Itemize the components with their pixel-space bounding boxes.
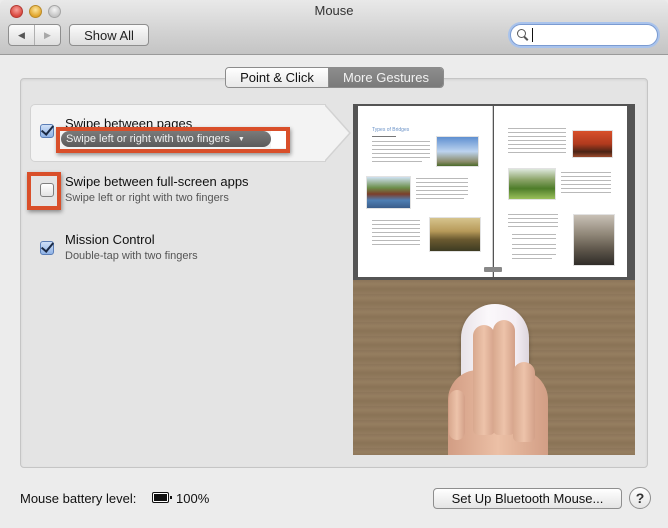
search-icon <box>517 29 529 41</box>
back-arrow-icon: ◀ <box>18 29 25 40</box>
bridge-photo <box>366 176 411 209</box>
preferences-window: Mouse ◀ ▶ Show All Point & Click More Ge… <box>0 0 668 528</box>
gesture-preview-video: Types of Bridges <box>353 104 635 455</box>
tab-more-gestures[interactable]: More Gestures <box>329 68 443 87</box>
desk-surface <box>353 280 635 455</box>
battery-level-value: 100% <box>176 491 210 506</box>
forward-button[interactable]: ▶ <box>35 25 60 45</box>
mission-control-description: Double-tap with two fingers <box>65 250 198 262</box>
selection-pointer <box>324 104 351 162</box>
help-button[interactable]: ? <box>629 487 651 509</box>
bridge-photo <box>572 130 613 158</box>
thumb <box>449 390 465 440</box>
book-page-right <box>494 106 627 277</box>
swipe-between-fullscreen-apps-description: Swipe left or right with two fingers <box>65 192 229 204</box>
finger <box>473 325 495 435</box>
mission-control-label: Mission Control <box>65 232 155 247</box>
swipe-between-pages-checkbox[interactable] <box>40 124 54 138</box>
finger <box>493 320 515 435</box>
title-bar: Mouse ◀ ▶ Show All <box>0 0 668 55</box>
bridge-photo <box>436 136 479 167</box>
tab-bar: Point & Click More Gestures <box>225 67 444 88</box>
battery-level-label: Mouse battery level: <box>20 491 137 506</box>
bridge-photo <box>573 214 615 266</box>
search-field[interactable] <box>510 24 658 46</box>
page-indicator <box>484 267 502 272</box>
mission-control-checkbox[interactable] <box>40 241 54 255</box>
annotation-highlight-checkbox <box>27 172 61 210</box>
finger <box>513 362 535 442</box>
show-all-button[interactable]: Show All <box>69 24 149 46</box>
book-illustration: Types of Bridges <box>353 104 635 280</box>
window-title: Mouse <box>314 3 354 18</box>
tab-point-and-click[interactable]: Point & Click <box>226 68 329 87</box>
search-input[interactable] <box>532 28 652 42</box>
annotation-highlight-popup <box>56 127 290 153</box>
back-button[interactable]: ◀ <box>9 25 35 45</box>
bridge-photo <box>508 168 556 200</box>
bridge-photo <box>429 217 481 252</box>
back-forward-control: ◀ ▶ <box>8 24 61 46</box>
battery-icon <box>152 492 172 503</box>
book-page-left: Types of Bridges <box>358 106 493 277</box>
book-title: Types of Bridges <box>372 127 410 133</box>
forward-arrow-icon: ▶ <box>44 29 51 40</box>
swipe-between-fullscreen-apps-label: Swipe between full-screen apps <box>65 174 249 189</box>
set-up-bluetooth-mouse-button[interactable]: Set Up Bluetooth Mouse... <box>433 488 622 509</box>
